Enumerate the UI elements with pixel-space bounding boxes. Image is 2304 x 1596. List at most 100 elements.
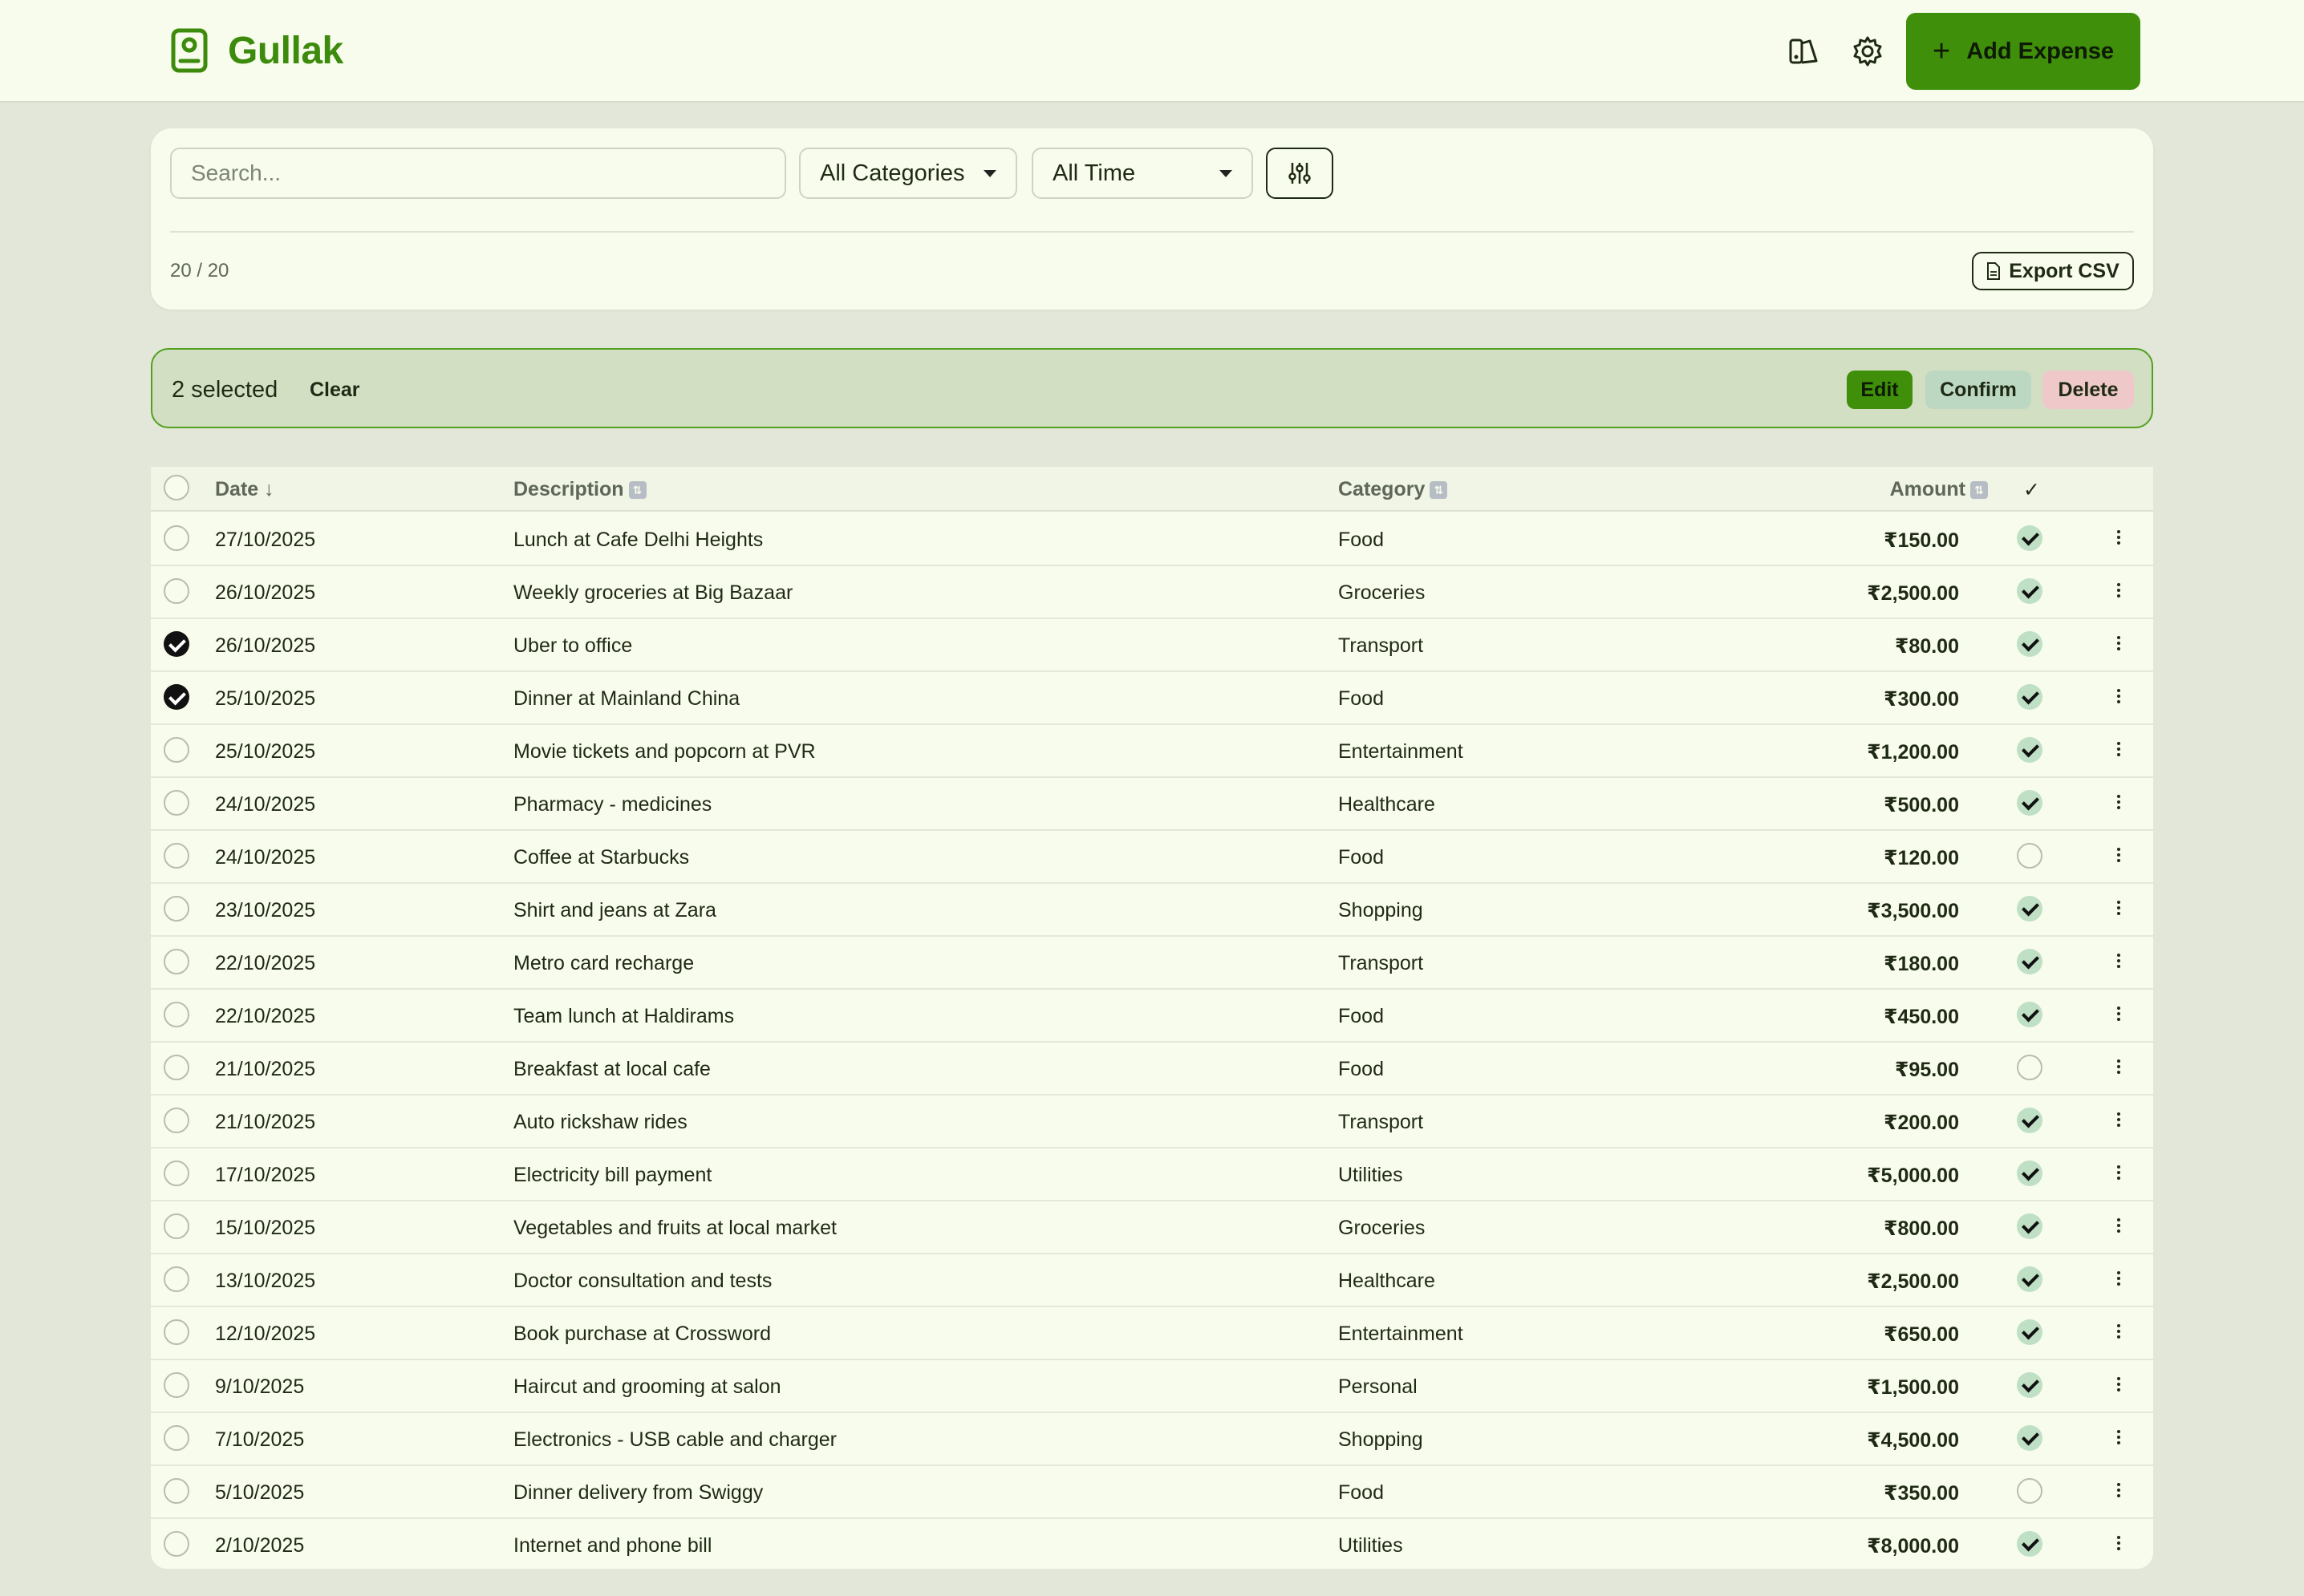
row-menu-icon[interactable] xyxy=(2115,845,2123,869)
table-row[interactable]: 27/10/2025 Lunch at Cafe Delhi Heights Foo… xyxy=(151,513,2153,566)
table-row[interactable]: 13/10/2025 Doctor consultation and tests H… xyxy=(151,1254,2153,1307)
table-row[interactable]: 26/10/2025 Weekly groceries at Big Bazaar… xyxy=(151,566,2153,619)
row-menu-icon[interactable] xyxy=(2115,1110,2123,1134)
advanced-filters-button[interactable] xyxy=(1266,148,1333,199)
row-description: Pharmacy - medicines xyxy=(513,793,712,816)
row-menu-icon[interactable] xyxy=(2115,898,2123,922)
row-select-checkbox[interactable] xyxy=(164,1266,189,1292)
table-row[interactable]: 25/10/2025 Dinner at Mainland China Food ₹3… xyxy=(151,672,2153,725)
row-menu-icon[interactable] xyxy=(2115,1322,2123,1346)
row-select-checkbox[interactable] xyxy=(164,1108,189,1133)
row-select-checkbox[interactable] xyxy=(164,1055,189,1080)
confirmed-check-icon[interactable] xyxy=(2017,1161,2042,1186)
table-row[interactable]: 23/10/2025 Shirt and jeans at Zara Shoppin… xyxy=(151,884,2153,937)
row-select-checkbox[interactable] xyxy=(164,949,189,974)
row-menu-icon[interactable] xyxy=(2115,1481,2123,1505)
confirmed-check-icon[interactable] xyxy=(2017,1425,2042,1451)
table-row[interactable]: 25/10/2025 Movie tickets and popcorn at P… xyxy=(151,725,2153,778)
row-menu-icon[interactable] xyxy=(2115,1163,2123,1187)
row-select-checkbox[interactable] xyxy=(164,737,189,763)
description-column-header[interactable]: Description ⇅ xyxy=(513,478,647,501)
confirmed-check-icon[interactable] xyxy=(2017,684,2042,710)
table-row[interactable]: 2/10/2025 Internet and phone bill Utilitie… xyxy=(151,1519,2153,1569)
row-category: Healthcare xyxy=(1338,793,1435,816)
table-row[interactable]: 15/10/2025 Vegetables and fruits at local… xyxy=(151,1201,2153,1254)
table-row[interactable]: 12/10/2025 Book purchase at Crossword Ente… xyxy=(151,1307,2153,1360)
row-select-checkbox[interactable] xyxy=(164,896,189,922)
confirmed-check-icon[interactable] xyxy=(2017,631,2042,657)
row-menu-icon[interactable] xyxy=(2115,634,2123,658)
confirm-button[interactable]: Confirm xyxy=(1925,371,2031,409)
row-select-checkbox[interactable] xyxy=(164,1478,189,1504)
amount-column-header[interactable]: Amount ⇅ xyxy=(1890,478,1988,501)
row-menu-icon[interactable] xyxy=(2115,1057,2123,1081)
row-menu-icon[interactable] xyxy=(2115,581,2123,605)
add-expense-button[interactable]: + Add Expense xyxy=(1906,13,2140,90)
table-row[interactable]: 17/10/2025 Electricity bill payment Utilit… xyxy=(151,1148,2153,1201)
unconfirmed-circle-icon[interactable] xyxy=(2017,843,2042,869)
row-amount: ₹4,500.00 xyxy=(1867,1429,1959,1452)
row-menu-icon[interactable] xyxy=(2115,1428,2123,1452)
row-select-checkbox[interactable] xyxy=(164,1531,189,1557)
edit-button[interactable]: Edit xyxy=(1847,371,1913,409)
row-select-checkbox[interactable] xyxy=(164,1425,189,1451)
confirmed-check-icon[interactable] xyxy=(2017,578,2042,604)
export-csv-button[interactable]: Export CSV xyxy=(1972,252,2134,290)
row-menu-icon[interactable] xyxy=(2115,687,2123,711)
row-menu-icon[interactable] xyxy=(2115,1004,2123,1028)
row-menu-icon[interactable] xyxy=(2115,1533,2123,1558)
table-row[interactable]: 7/10/2025 Electronics - USB cable and cha… xyxy=(151,1413,2153,1466)
confirmed-check-icon[interactable] xyxy=(2017,790,2042,816)
select-all-checkbox[interactable] xyxy=(164,475,189,500)
time-filter-select[interactable]: All Time xyxy=(1032,148,1253,199)
row-menu-icon[interactable] xyxy=(2115,528,2123,552)
confirmed-check-icon[interactable] xyxy=(2017,1319,2042,1345)
category-column-header[interactable]: Category ⇅ xyxy=(1338,478,1448,501)
row-select-checkbox[interactable] xyxy=(164,1319,189,1345)
table-row[interactable]: 21/10/2025 Breakfast at local cafe Food ₹95… xyxy=(151,1043,2153,1096)
table-row[interactable]: 22/10/2025 Team lunch at Haldirams Food ₹45… xyxy=(151,990,2153,1043)
confirmed-check-icon[interactable] xyxy=(2017,896,2042,922)
theme-toggle-icon[interactable] xyxy=(1786,34,1821,69)
table-row[interactable]: 24/10/2025 Coffee at Starbucks Food ₹120.00 xyxy=(151,831,2153,884)
date-column-header[interactable]: Date ↓ xyxy=(215,478,274,501)
row-menu-icon[interactable] xyxy=(2115,792,2123,816)
category-filter-select[interactable]: All Categories xyxy=(799,148,1017,199)
table-row[interactable]: 21/10/2025 Auto rickshaw rides Transport ₹2… xyxy=(151,1096,2153,1148)
table-row[interactable]: 5/10/2025 Dinner delivery from Swiggy Food… xyxy=(151,1466,2153,1519)
row-select-checkbox[interactable] xyxy=(164,843,189,869)
row-select-checkbox[interactable] xyxy=(164,1161,189,1186)
table-row[interactable]: 26/10/2025 Uber to office Transport ₹80.00 xyxy=(151,619,2153,672)
table-row[interactable]: 9/10/2025 Haircut and grooming at salon Pe… xyxy=(151,1360,2153,1413)
row-menu-icon[interactable] xyxy=(2115,951,2123,975)
confirmed-check-icon[interactable] xyxy=(2017,1372,2042,1398)
row-menu-icon[interactable] xyxy=(2115,1375,2123,1399)
row-menu-icon[interactable] xyxy=(2115,739,2123,764)
confirmed-check-icon[interactable] xyxy=(2017,1213,2042,1239)
delete-button[interactable]: Delete xyxy=(2042,371,2134,409)
confirmed-check-icon[interactable] xyxy=(2017,1108,2042,1133)
gear-icon[interactable] xyxy=(1850,34,1885,69)
confirmed-check-icon[interactable] xyxy=(2017,737,2042,763)
row-menu-icon[interactable] xyxy=(2115,1269,2123,1293)
confirmed-check-icon[interactable] xyxy=(2017,1266,2042,1292)
unconfirmed-circle-icon[interactable] xyxy=(2017,1478,2042,1504)
row-select-checkbox[interactable] xyxy=(164,525,189,551)
row-select-checkbox[interactable] xyxy=(164,631,189,657)
confirmed-check-icon[interactable] xyxy=(2017,949,2042,974)
row-select-checkbox[interactable] xyxy=(164,790,189,816)
row-select-checkbox[interactable] xyxy=(164,1213,189,1239)
table-row[interactable]: 24/10/2025 Pharmacy - medicines Healthcare… xyxy=(151,778,2153,831)
unconfirmed-circle-icon[interactable] xyxy=(2017,1055,2042,1080)
row-select-checkbox[interactable] xyxy=(164,1002,189,1027)
confirmed-check-icon[interactable] xyxy=(2017,1002,2042,1027)
row-select-checkbox[interactable] xyxy=(164,578,189,604)
row-select-checkbox[interactable] xyxy=(164,684,189,710)
row-menu-icon[interactable] xyxy=(2115,1216,2123,1240)
table-row[interactable]: 22/10/2025 Metro card recharge Transport ₹1… xyxy=(151,937,2153,990)
clear-selection-button[interactable]: Clear xyxy=(310,379,360,402)
confirmed-check-icon[interactable] xyxy=(2017,525,2042,551)
search-input[interactable] xyxy=(170,148,786,199)
row-select-checkbox[interactable] xyxy=(164,1372,189,1398)
confirmed-check-icon[interactable] xyxy=(2017,1531,2042,1557)
